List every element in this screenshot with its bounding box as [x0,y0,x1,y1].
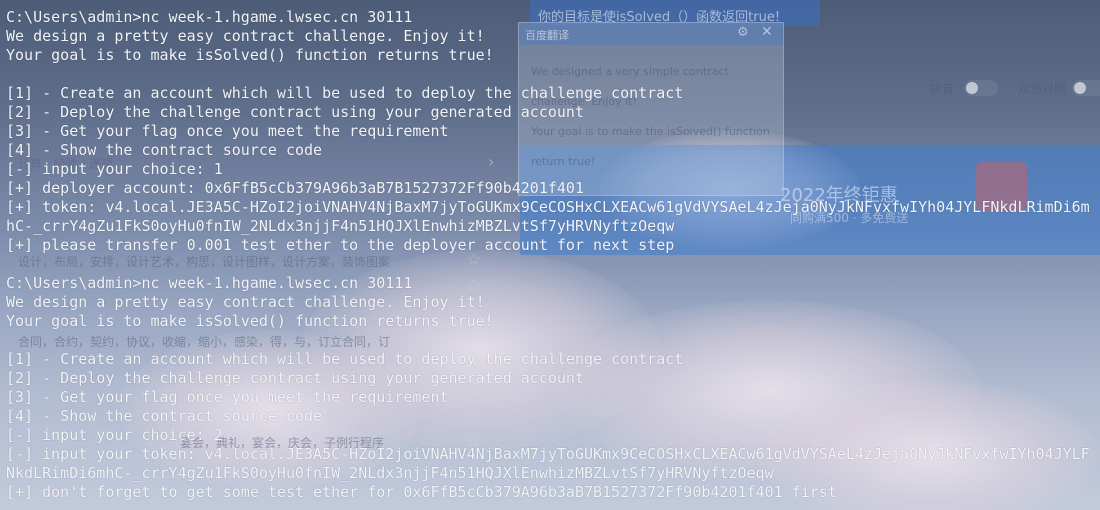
terminal-line: [3] - Get your flag once you meet the re… [6,388,449,406]
terminal-line: [4] - Show the contract source code [6,407,323,425]
terminal-line: [4] - Show the contract source code [6,141,323,159]
terminal-line: [-] input your choice: 1 [6,160,223,178]
terminal-line: [+] deployer account: 0x6FfB5cCb379A96b3… [6,179,584,197]
terminal-line: We design a pretty easy contract challen… [6,27,485,45]
terminal-line: C:\Users\admin>nc week-1.hgame.lwsec.cn … [6,274,413,292]
terminal-line: [+] don't forget to get some test ether … [6,483,837,501]
terminal-line: [-] input your token: v4.local.JE3A5C-HZ… [6,445,1090,463]
terminal-line: [2] - Deploy the challenge contract usin… [6,103,584,121]
terminal-line: NkdLRimDi6mhC-_crrY4gZu1FkS0oyHu0fnIW_2N… [6,464,774,482]
terminal-line: [+] please transfer 0.001 test ether to … [6,236,675,254]
terminal-line: [-] input your choice: 2 [6,426,223,444]
terminal-line: Your goal is to make isSolved() function… [6,46,494,64]
terminal-line: [1] - Create an account which will be us… [6,350,684,368]
terminal-line: We design a pretty easy contract challen… [6,293,485,311]
terminal-line: C:\Users\admin>nc week-1.hgame.lwsec.cn … [6,8,413,26]
terminal-line: Your goal is to make isSolved() function… [6,312,494,330]
terminal-line: [1] - Create an account which will be us… [6,84,684,102]
terminal-line: [+] token: v4.local.JE3A5C-HZoI2joiVNAHV… [6,198,1090,216]
terminal-line: hC-_crrY4gZu1FkS0oyHu0fnIW_2NLdx3njjF4n5… [6,217,675,235]
terminal-line: [3] - Get your flag once you meet the re… [6,122,449,140]
terminal-output[interactable]: C:\Users\admin>nc week-1.hgame.lwsec.cn … [0,0,1100,510]
terminal-line: [2] - Deploy the challenge contract usin… [6,369,584,387]
